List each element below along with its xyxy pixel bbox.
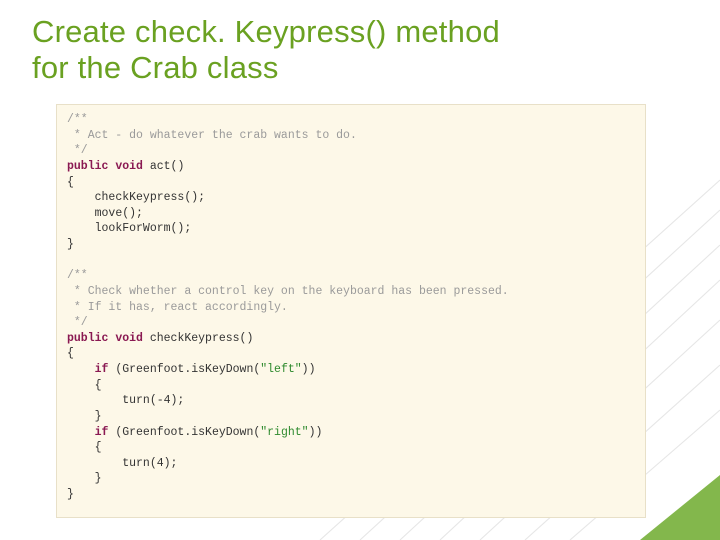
stmt-lookforworm: lookForWorm();	[95, 222, 192, 235]
slide-title: Create check. Keypress() method for the …	[32, 14, 500, 85]
method-checkkeypress: checkKeypress()	[150, 332, 254, 345]
if-cond-close: ))	[302, 363, 316, 376]
stmt-turn-pos: turn(4);	[122, 457, 177, 470]
brace-close: }	[67, 238, 74, 251]
code-block: /** * Act - do whatever the crab wants t…	[56, 104, 646, 518]
title-line-2: for the Crab class	[32, 50, 279, 85]
keyword-public: public	[67, 332, 108, 345]
comment-line: */	[67, 316, 88, 329]
brace-close: }	[95, 472, 102, 485]
brace-close: }	[67, 488, 74, 501]
title-line-1: Create check. Keypress() method	[32, 14, 500, 49]
stmt-checkkeypress: checkKeypress();	[95, 191, 205, 204]
if-cond-left-a: (Greenfoot.isKeyDown(	[108, 363, 260, 376]
comment-line: */	[67, 144, 88, 157]
keyword-void: void	[115, 160, 143, 173]
brace-open: {	[67, 176, 74, 189]
keyword-if: if	[95, 363, 109, 376]
comment-line: /**	[67, 269, 88, 282]
comment-line: /**	[67, 113, 88, 126]
brace-close: }	[95, 410, 102, 423]
keyword-public: public	[67, 160, 108, 173]
comment-line: * Check whether a control key on the key…	[67, 285, 509, 298]
stmt-move: move();	[95, 207, 143, 220]
comment-line: * If it has, react accordingly.	[67, 301, 288, 314]
if-cond-right-a: (Greenfoot.isKeyDown(	[108, 426, 260, 439]
keyword-if: if	[95, 426, 109, 439]
brace-open: {	[67, 347, 74, 360]
string-right: "right"	[260, 426, 308, 439]
keyword-void: void	[115, 332, 143, 345]
brace-open: {	[95, 441, 102, 454]
stmt-turn-neg: turn(-4);	[122, 394, 184, 407]
if-cond-close: ))	[309, 426, 323, 439]
string-left: "left"	[260, 363, 301, 376]
brace-open: {	[95, 379, 102, 392]
comment-line: * Act - do whatever the crab wants to do…	[67, 129, 357, 142]
method-act: act()	[150, 160, 185, 173]
